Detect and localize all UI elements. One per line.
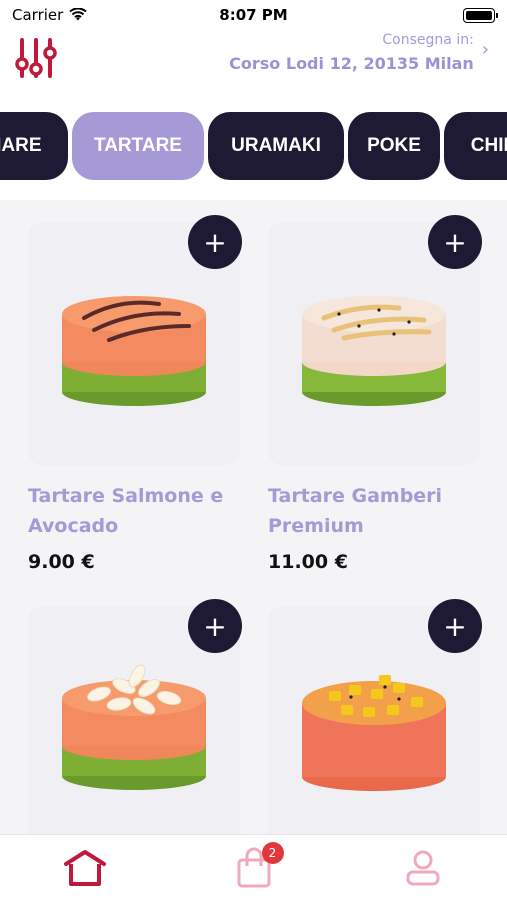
product-price: 9.00 € [28, 551, 95, 573]
tab-chir[interactable]: CHIR [444, 112, 507, 180]
product-card[interactable]: + Tartare Gamberi Premium 11.00 € [268, 215, 482, 573]
delivery-address: Corso Lodi 12, 20135 Milan [229, 54, 474, 73]
nav-profile[interactable] [393, 838, 453, 898]
battery-icon [463, 7, 498, 23]
salmon-avocado-tartare-image [62, 295, 206, 406]
add-to-cart-button[interactable]: + [188, 215, 242, 269]
salmon-mango-tartare-image [302, 674, 446, 791]
product-name: Tartare Gamberi Premium [268, 485, 443, 537]
product-image: + [28, 599, 242, 834]
cart-badge: 2 [261, 841, 284, 864]
filter-sliders-icon[interactable] [14, 36, 58, 80]
delivery-address-selector[interactable]: Consegna in: Corso Lodi 12, 20135 Milan … [229, 32, 489, 73]
product-image: + [28, 215, 242, 465]
product-card[interactable]: + [28, 599, 242, 834]
add-to-cart-button[interactable]: + [428, 215, 482, 269]
category-tabs: ZIARE TARTARE URAMAKI POKE CHIR [0, 112, 507, 180]
product-card[interactable]: + Tartare Salmone e Avocado 9.00 € [28, 215, 242, 573]
add-to-cart-button[interactable]: + [428, 599, 482, 653]
product-card[interactable]: + [268, 599, 482, 834]
shrimp-tartare-image [302, 295, 446, 406]
product-image: + [268, 215, 482, 465]
header: Consegna in: Corso Lodi 12, 20135 Milan … [0, 30, 507, 110]
status-bar: Carrier 8:07 PM [0, 0, 507, 30]
tab-poke[interactable]: POKE [348, 112, 440, 180]
product-image: + [268, 599, 482, 834]
tab-ziare[interactable]: ZIARE [0, 112, 68, 180]
chevron-right-icon: › [481, 39, 489, 60]
nav-cart[interactable]: 2 [224, 838, 284, 898]
tab-uramaki[interactable]: URAMAKI [208, 112, 344, 180]
delivery-label: Consegna in: [382, 32, 474, 48]
product-name: Tartare Salmone e Avocado [28, 485, 224, 537]
product-price: 11.00 € [268, 551, 348, 573]
product-grid: + Tartare Salmone e Avocado 9.00 € + Tar… [0, 200, 507, 834]
home-icon [63, 849, 106, 886]
status-time: 8:07 PM [219, 6, 288, 24]
bottom-navigation: 2 [0, 834, 507, 900]
nav-home[interactable] [55, 838, 115, 898]
add-to-cart-button[interactable]: + [188, 599, 242, 653]
tab-tartare[interactable]: TARTARE [72, 112, 204, 180]
salmon-almond-tartare-image [62, 664, 206, 790]
profile-icon [406, 850, 439, 885]
